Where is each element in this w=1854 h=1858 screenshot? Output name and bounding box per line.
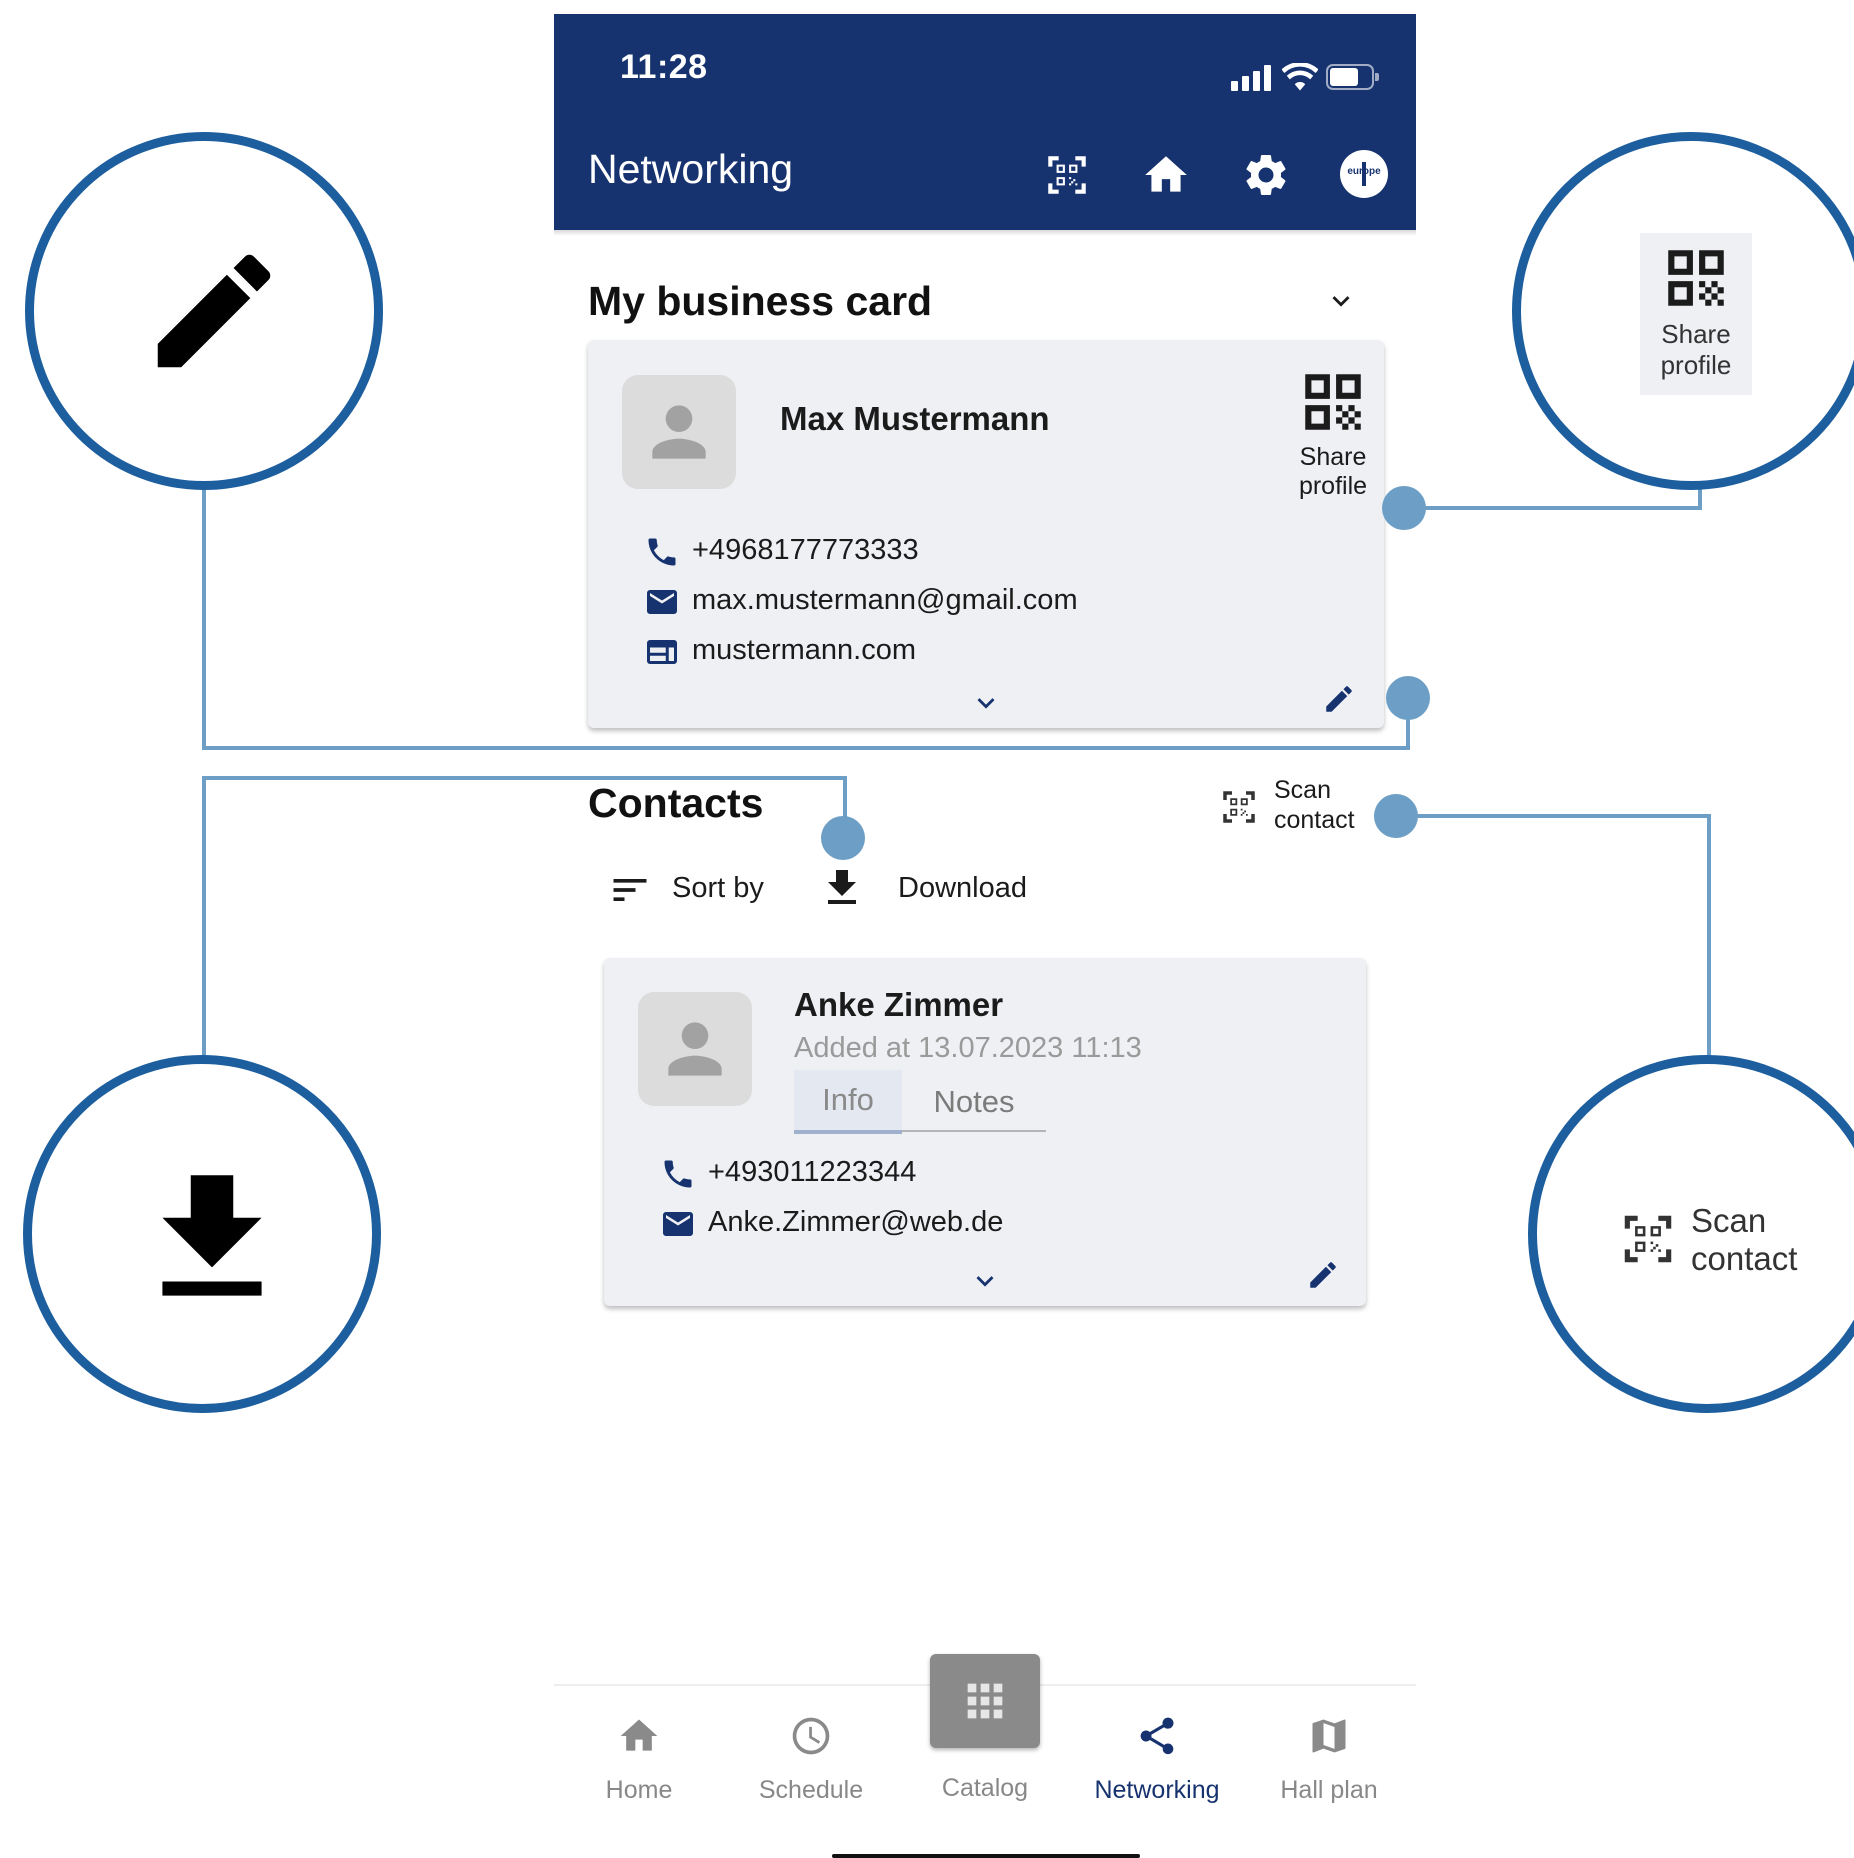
share-callout-label-1: Share xyxy=(1661,319,1731,349)
web-icon xyxy=(647,640,677,664)
scan-contact-button[interactable]: Scan contact xyxy=(1218,776,1368,836)
home-icon[interactable] xyxy=(1141,150,1191,200)
page-title: Networking xyxy=(588,146,794,192)
share-callout-label-2: profile xyxy=(1660,350,1732,380)
person-icon xyxy=(652,405,706,459)
tab-info-label: Info xyxy=(822,1082,874,1117)
contact-phone: +493011223344 xyxy=(708,1156,917,1188)
download-button[interactable]: Download xyxy=(818,864,1048,920)
gear-icon[interactable] xyxy=(1241,150,1291,200)
home-indicator xyxy=(832,1854,1140,1858)
person-icon xyxy=(668,1022,722,1076)
share-connector-dot xyxy=(1382,486,1426,530)
scan-contact-label-1: Scan xyxy=(1274,776,1331,804)
contact-card: Anke Zimmer Added at 13.07.2023 11:13 In… xyxy=(604,958,1366,1306)
phone-screen: 11:28 Networking europe xyxy=(554,14,1416,1858)
phone-icon xyxy=(664,1160,692,1188)
chevron-down-icon[interactable] xyxy=(969,686,1003,720)
contact-email: Anke.Zimmer@web.de xyxy=(708,1206,1004,1238)
scan-connector-line xyxy=(1396,814,1711,1060)
edit-connector-dot xyxy=(1386,676,1430,720)
download-label: Download xyxy=(898,872,1027,904)
business-card-section-title: My business card xyxy=(588,278,933,324)
pencil-icon xyxy=(157,254,271,368)
qr-share-icon xyxy=(1668,250,1724,306)
nav-catalog[interactable]: Catalog xyxy=(900,1654,1070,1806)
download-icon xyxy=(828,870,856,904)
chevron-down-icon[interactable] xyxy=(968,1264,1002,1298)
contact-name: Anke Zimmer xyxy=(794,986,1004,1023)
qr-scan-icon[interactable] xyxy=(1042,150,1092,200)
phone-icon xyxy=(648,538,676,566)
contacts-section-title: Contacts xyxy=(588,780,764,826)
avatar xyxy=(638,992,752,1106)
download-callout xyxy=(23,1055,381,1413)
qr-share-icon xyxy=(1305,374,1361,430)
catalog-button-bg xyxy=(930,1654,1040,1748)
nav-home[interactable]: Home xyxy=(554,1686,724,1806)
tab-notes[interactable]: Notes xyxy=(902,1070,1046,1132)
sort-label: Sort by xyxy=(672,872,764,904)
grid-icon xyxy=(967,1683,1003,1719)
contact-added-date: Added at 13.07.2023 11:13 xyxy=(794,1032,1142,1064)
card-website: mustermann.com xyxy=(692,634,917,666)
map-icon xyxy=(1312,1719,1346,1753)
nav-hall-plan-label: Hall plan xyxy=(1280,1776,1378,1804)
wifi-icon xyxy=(1282,63,1318,91)
nav-hall-plan[interactable]: Hall plan xyxy=(1244,1686,1414,1806)
sort-button[interactable]: Sort by xyxy=(608,868,778,918)
business-card: Max Mustermann Share profile +4968177773… xyxy=(588,340,1384,728)
edit-pencil-icon[interactable] xyxy=(1322,682,1356,716)
bottom-navigation: Home Schedule Catalog Networking Hall pl… xyxy=(554,1654,1416,1858)
card-owner-name: Max Mustermann xyxy=(780,400,1050,437)
clock-icon xyxy=(792,1717,830,1755)
share-profile-label-2: profile xyxy=(1298,472,1368,500)
nav-schedule[interactable]: Schedule xyxy=(726,1686,896,1806)
share-profile-button[interactable]: Share profile xyxy=(1288,365,1378,500)
nav-home-label: Home xyxy=(605,1776,673,1804)
nav-networking-label: Networking xyxy=(1094,1776,1220,1804)
chevron-down-icon[interactable] xyxy=(1324,284,1358,318)
share-connector-line xyxy=(1404,486,1702,510)
share-callout: Share profile xyxy=(1512,132,1854,490)
sort-icon xyxy=(613,879,647,901)
mail-icon xyxy=(663,1212,693,1236)
home-icon xyxy=(620,1719,658,1751)
mail-icon xyxy=(647,590,677,614)
scan-callout-label-2: contact xyxy=(1691,1240,1798,1277)
nav-schedule-label: Schedule xyxy=(758,1776,864,1804)
tab-notes-label: Notes xyxy=(933,1084,1015,1119)
edit-callout xyxy=(25,132,383,490)
avatar xyxy=(622,375,736,489)
tab-info[interactable]: Info xyxy=(794,1070,902,1134)
nav-catalog-label: Catalog xyxy=(941,1774,1029,1802)
status-time: 11:28 xyxy=(620,48,708,86)
share-icon xyxy=(1140,1717,1174,1755)
download-connector-dot xyxy=(821,816,865,860)
qr-scan-icon xyxy=(1624,1215,1672,1263)
app-header: 11:28 Networking europe xyxy=(554,14,1416,230)
scan-contact-label-2: contact xyxy=(1274,806,1355,834)
scan-callout: Scan contact xyxy=(1528,1055,1854,1413)
cellular-signal-icon xyxy=(1231,65,1271,91)
header-shadow xyxy=(554,230,1416,236)
share-profile-label-1: Share xyxy=(1299,443,1367,471)
qr-scan-icon xyxy=(1223,791,1255,823)
share-callout-panel: Share profile xyxy=(1640,233,1752,395)
edit-pencil-icon[interactable] xyxy=(1306,1258,1340,1292)
nav-networking[interactable]: Networking xyxy=(1072,1686,1242,1806)
scan-connector-dot xyxy=(1374,794,1418,838)
battery-icon xyxy=(1326,64,1379,90)
card-email: max.mustermann@gmail.com xyxy=(692,584,1078,616)
card-phone: +4968177773333 xyxy=(692,534,919,566)
download-icon xyxy=(162,1175,262,1296)
europe-info-icon[interactable]: europe xyxy=(1340,150,1388,198)
scan-callout-label-1: Scan xyxy=(1691,1202,1767,1239)
